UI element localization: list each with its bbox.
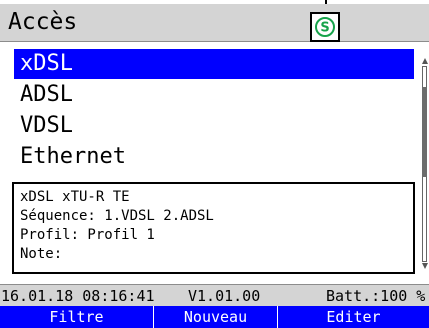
s-circle-icon: S [315, 17, 335, 37]
s-glyph: S [320, 21, 329, 36]
softkey-bar: Filtre Nouveau Editer [0, 306, 429, 328]
scroll-thumb[interactable] [422, 87, 427, 177]
status-datetime: 16.01.18 08:16:41 [1, 287, 155, 305]
access-list: xDSL ADSL VDSL Ethernet [0, 42, 429, 176]
menu-item-adsl[interactable]: ADSL [14, 80, 414, 110]
scroll-up-icon[interactable] [421, 57, 429, 65]
menu-item-label: Ethernet [20, 144, 126, 169]
details-line-profile: Profil: Profil 1 [20, 227, 155, 243]
edit-button[interactable]: Editer [278, 306, 429, 328]
details-panel: xDSL xTU-R TE Séquence: 1.VDSL 2.ADSL Pr… [12, 182, 415, 274]
details-line-sequence: Séquence: 1.VDSL 2.ADSL [20, 208, 214, 224]
menu-item-ethernet[interactable]: Ethernet [14, 142, 414, 172]
menu-item-label: ADSL [20, 82, 73, 107]
status-indicator: S [310, 12, 340, 42]
menu-item-label: xDSL [20, 51, 73, 76]
menu-item-vdsl[interactable]: VDSL [14, 111, 414, 141]
scrollbar[interactable] [421, 57, 429, 271]
details-line-note: Note: [20, 246, 63, 262]
status-version: V1.01.00 [188, 287, 261, 305]
new-button[interactable]: Nouveau [154, 306, 278, 328]
menu-item-label: VDSL [20, 113, 73, 138]
status-bar: 16.01.18 08:16:41 V1.01.00 Batt.:100 % [0, 284, 429, 307]
page-title: Accès [8, 9, 78, 35]
battery-status: Batt.:100 % [326, 287, 426, 305]
title-bar: Accès S [0, 4, 429, 42]
details-line-mode: xDSL xTU-R TE [20, 189, 130, 205]
menu-item-xdsl[interactable]: xDSL [14, 49, 414, 79]
filter-button[interactable]: Filtre [0, 306, 154, 328]
scroll-down-icon[interactable] [421, 262, 429, 270]
